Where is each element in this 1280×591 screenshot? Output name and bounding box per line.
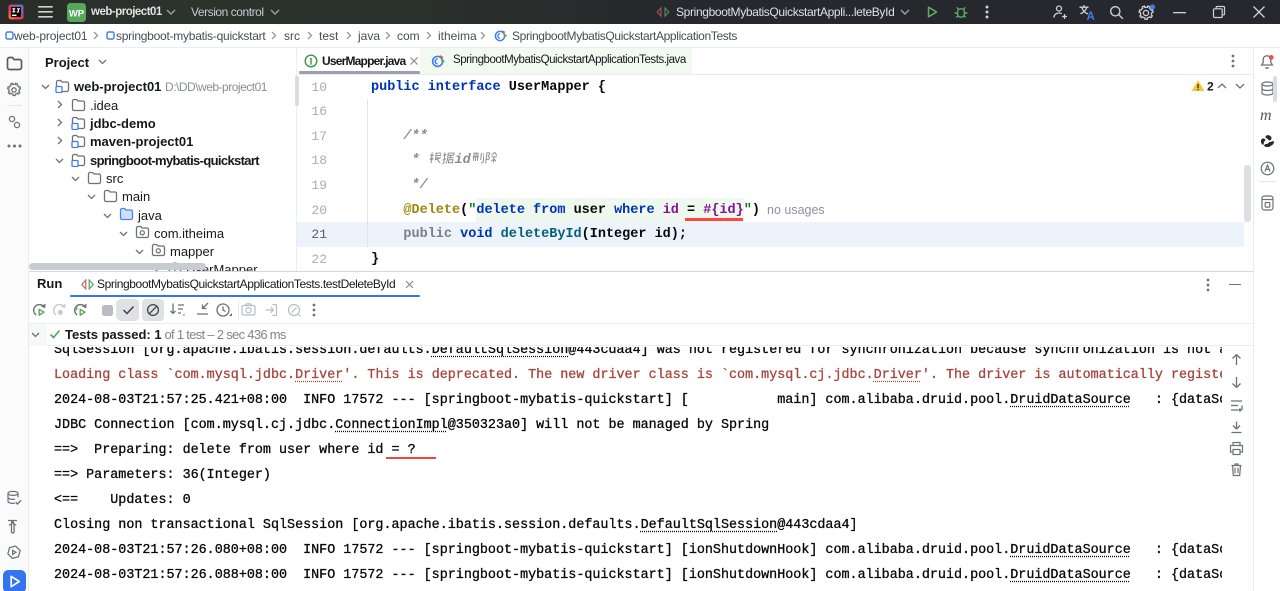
svg-text:WP: WP	[69, 8, 85, 19]
svg-text:A: A	[1086, 11, 1094, 21]
svg-text:2: 2	[1207, 80, 1214, 94]
svg-text:I: I	[309, 57, 313, 67]
